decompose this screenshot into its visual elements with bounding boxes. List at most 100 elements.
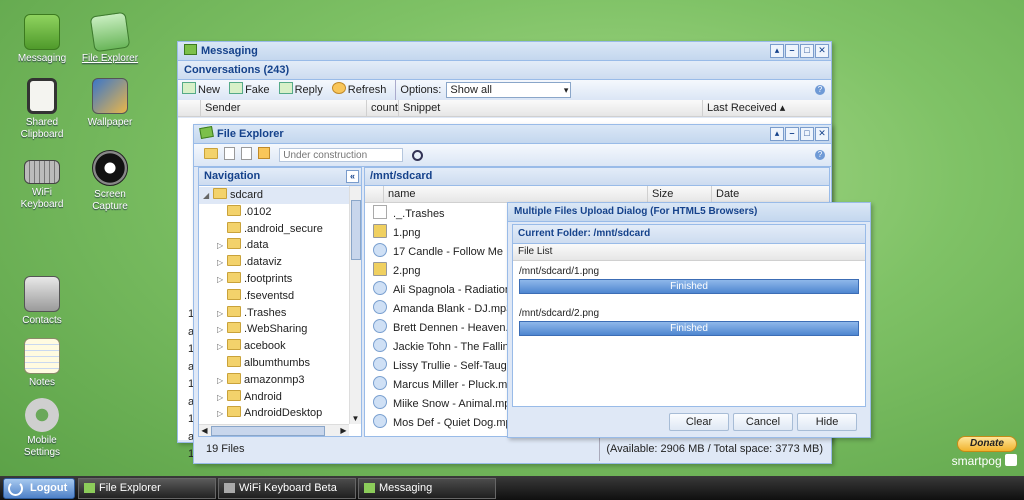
help-icon[interactable]: ? xyxy=(815,85,825,95)
tree-scrollbar-v[interactable]: ▼ xyxy=(349,186,361,424)
contacts-icon xyxy=(24,276,60,312)
desktop-icon-messaging[interactable]: Messaging xyxy=(4,14,80,65)
refresh-button[interactable]: Refresh xyxy=(331,80,387,100)
messaging-title-bar[interactable]: Messaging ▴ – □ ✕ xyxy=(178,42,831,61)
taskbar-wifi-keyboard[interactable]: WiFi Keyboard Beta xyxy=(218,478,356,499)
tree-item[interactable]: ▷ amazonmp3 xyxy=(199,372,349,389)
tree-scrollbar-thumb[interactable] xyxy=(351,200,361,260)
scroll-down-arrow[interactable]: ▼ xyxy=(350,413,361,424)
options-select[interactable]: Show all ▾ xyxy=(446,82,572,99)
copy-file-icon[interactable] xyxy=(241,147,253,160)
column-sender[interactable]: Sender xyxy=(200,100,365,116)
desktop-icon-screen-capture[interactable]: Screen Capture xyxy=(72,150,148,213)
column-count[interactable]: count xyxy=(366,100,401,116)
task-label: File Explorer xyxy=(99,482,161,494)
donate-button[interactable]: Donate xyxy=(957,436,1017,452)
audio-file-icon xyxy=(373,300,387,314)
upload-item-path: /mnt/sdcard/2.png xyxy=(519,308,600,319)
column-last-received[interactable]: Last Received ▴ xyxy=(702,100,807,116)
close-button[interactable]: ✕ xyxy=(815,127,829,141)
audio-file-icon xyxy=(373,414,387,428)
taskbar-file-explorer[interactable]: File Explorer xyxy=(78,478,216,499)
reply-button[interactable]: Reply xyxy=(278,80,323,100)
tree-item[interactable]: ▷ .WebSharing xyxy=(199,321,349,338)
tree-item[interactable]: .0102 xyxy=(199,204,349,221)
taskbar-messaging[interactable]: Messaging xyxy=(358,478,496,499)
tree-item[interactable]: ▷ .Trashes xyxy=(199,305,349,322)
column-date[interactable]: Date xyxy=(711,186,816,202)
desktop-icon-label: WiFi Keyboard xyxy=(20,187,64,210)
desktop-icon-notes[interactable]: Notes xyxy=(4,338,80,389)
file-name: Marcus Miller - Pluck.mp3 xyxy=(393,379,520,391)
expand-arrow-icon[interactable]: ▷ xyxy=(217,390,227,407)
tree-item[interactable]: ▷ .dataviz xyxy=(199,254,349,271)
tree-item[interactable]: ▷ AndroidDesktop xyxy=(199,405,349,422)
tree-scrollbar-h-thumb[interactable] xyxy=(211,426,325,436)
tree-item[interactable]: albumthumbs xyxy=(199,355,349,372)
minimize-button[interactable]: – xyxy=(785,44,799,58)
window-menu-button[interactable]: ▴ xyxy=(770,127,784,141)
tree-item[interactable]: .android_secure xyxy=(199,221,349,238)
tree-item[interactable]: ▷ .data xyxy=(199,237,349,254)
desktop-icon-wallpaper[interactable]: Wallpaper xyxy=(72,78,148,129)
column-name[interactable]: name xyxy=(383,186,646,202)
task-label: Messaging xyxy=(379,482,433,494)
scroll-right-arrow[interactable]: ▶ xyxy=(338,425,349,436)
tree-item-label: .data xyxy=(244,239,269,252)
tree-item[interactable]: ▷ Android xyxy=(199,389,349,406)
window-menu-button[interactable]: ▴ xyxy=(770,44,784,58)
file-name: Mos Def - Quiet Dog.mp3 xyxy=(393,417,518,429)
new-button-label: New xyxy=(198,84,221,96)
maximize-button[interactable]: □ xyxy=(800,127,814,141)
desktop-icon-mobile-settings[interactable]: Mobile Settings xyxy=(4,398,80,459)
hide-button[interactable]: Hide xyxy=(797,413,857,431)
tree-item[interactable]: ▷ acebook xyxy=(199,338,349,355)
folder-icon xyxy=(227,305,241,317)
close-button[interactable]: ✕ xyxy=(815,44,829,58)
tree-item[interactable]: ▷ .footprints xyxy=(199,271,349,288)
expand-arrow-icon[interactable]: ▷ xyxy=(217,238,227,255)
tree-scrollbar-h[interactable]: ◀ ▶ xyxy=(199,424,349,436)
fake-button[interactable]: Fake xyxy=(229,80,270,100)
desktop-icon-wifi-keyboard[interactable]: WiFi Keyboard xyxy=(4,152,80,211)
expand-arrow-icon[interactable]: ▷ xyxy=(217,406,227,423)
column-size[interactable]: Size xyxy=(647,186,710,202)
new-folder-icon[interactable] xyxy=(204,148,218,159)
file-explorer-icon xyxy=(89,11,131,53)
tree-item-label: .WebSharing xyxy=(244,323,308,336)
upload-icon[interactable] xyxy=(258,147,271,159)
column-snippet[interactable]: Snippet xyxy=(398,100,703,116)
maximize-button[interactable]: □ xyxy=(800,44,814,58)
desktop-icon-shared-clipboard[interactable]: Shared Clipboard xyxy=(4,78,80,141)
tree-item[interactable]: ◢ sdcard xyxy=(199,187,349,204)
clear-button[interactable]: Clear xyxy=(669,413,729,431)
expand-arrow-icon[interactable]: ▷ xyxy=(217,272,227,289)
search-icon[interactable] xyxy=(412,149,424,161)
logout-button[interactable]: Logout xyxy=(3,478,75,499)
expand-arrow-icon[interactable]: ◢ xyxy=(203,188,213,205)
minimize-button[interactable]: – xyxy=(785,127,799,141)
navigation-panel: Navigation « ◢ sdcard .0102 .android_secure… xyxy=(198,167,362,437)
expand-arrow-icon[interactable]: ▷ xyxy=(217,306,227,323)
cancel-button[interactable]: Cancel xyxy=(733,413,793,431)
expand-arrow-icon[interactable]: ▷ xyxy=(217,339,227,356)
conversations-header: Conversations (243) xyxy=(178,61,831,80)
help-icon[interactable]: ? xyxy=(815,150,825,160)
notes-icon xyxy=(24,338,60,374)
expand-arrow-icon[interactable]: ▷ xyxy=(217,255,227,272)
file-name: Brett Dennen - Heaven.mp xyxy=(393,322,524,334)
tree-item[interactable]: .fseventsd xyxy=(199,288,349,305)
current-folder: Current Folder: /mnt/sdcard xyxy=(512,224,866,244)
expand-arrow-icon[interactable]: ▷ xyxy=(217,373,227,390)
search-input[interactable] xyxy=(279,148,404,163)
expand-arrow-icon[interactable]: ▷ xyxy=(217,322,227,339)
new-button[interactable]: New xyxy=(182,80,220,100)
scroll-left-arrow[interactable]: ◀ xyxy=(199,425,210,436)
desktop-icon-contacts[interactable]: Contacts xyxy=(4,276,80,327)
collapse-panel-button[interactable]: « xyxy=(346,170,359,183)
new-file-icon[interactable] xyxy=(224,147,236,160)
desktop-icon-file-explorer[interactable]: File Explorer xyxy=(72,11,148,65)
refresh-button-label: Refresh xyxy=(347,84,387,96)
file-explorer-title-bar[interactable]: File Explorer ▴ – □ ✕ xyxy=(194,125,831,144)
upload-dialog-title[interactable]: Multiple Files Upload Dialog (For HTML5 … xyxy=(508,203,870,222)
